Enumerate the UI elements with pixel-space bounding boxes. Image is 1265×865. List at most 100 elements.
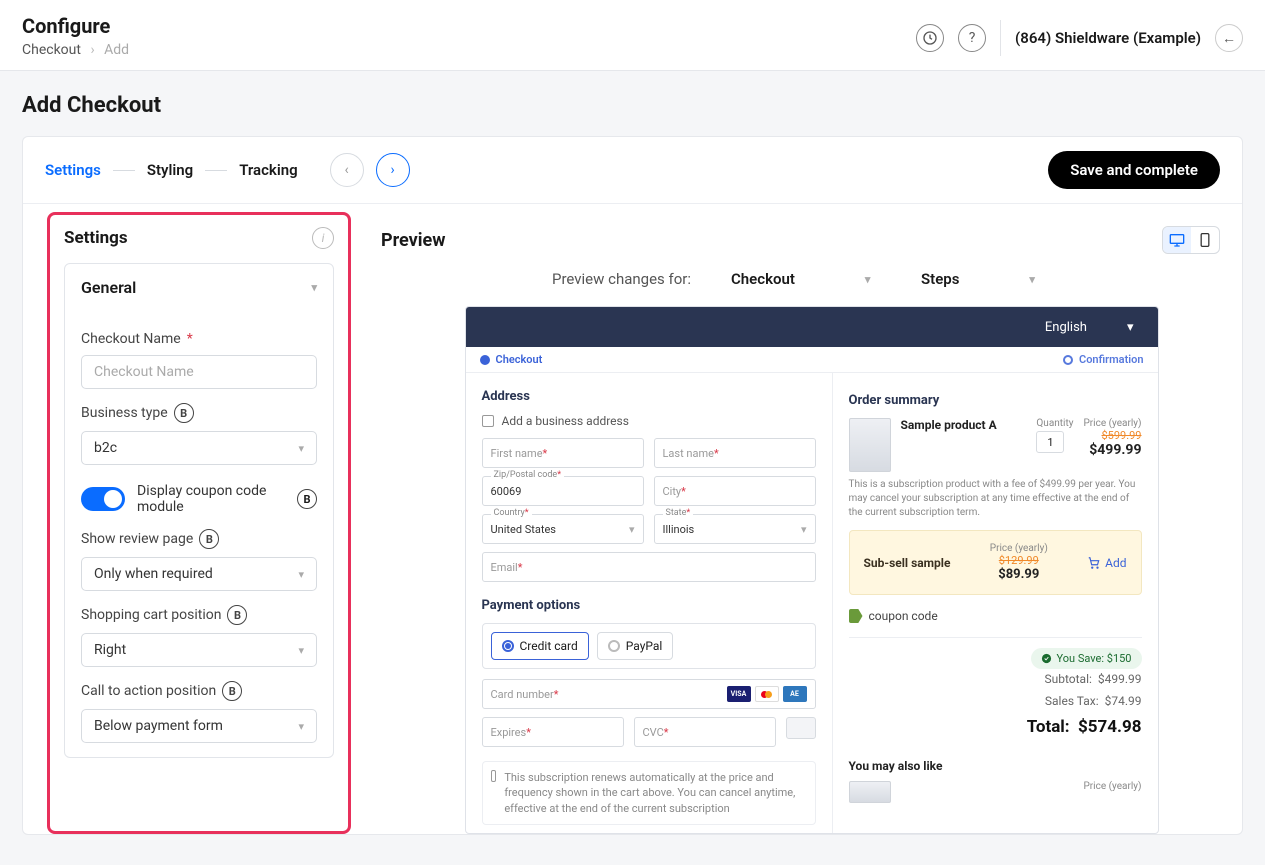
save-button[interactable]: Save and complete <box>1048 151 1220 189</box>
add-subsell-button[interactable]: Add <box>1087 556 1126 570</box>
radio-filled-icon <box>480 355 490 365</box>
steps-select[interactable]: Steps ▾ <box>921 270 1071 288</box>
mobile-view-button[interactable] <box>1191 227 1219 253</box>
accordion-general: General ▾ Checkout Name* Business type B… <box>64 263 334 758</box>
chevron-down-icon: ▾ <box>865 273 871 286</box>
cart-position-label: Shopping cart position B <box>81 605 317 625</box>
country-select[interactable]: Country* United States ▾ <box>482 514 644 544</box>
radio-on-icon <box>502 640 514 652</box>
settings-panel: Settings i General ▾ Checkout Name* Busi… <box>47 212 351 834</box>
card-number-input[interactable]: Card number* VISA AE <box>482 679 816 709</box>
review-page-label: Show review page B <box>81 529 317 549</box>
preview-for-select[interactable]: Checkout ▾ <box>731 270 881 288</box>
desktop-view-button[interactable] <box>1163 227 1191 253</box>
check-circle-icon <box>1041 653 1052 664</box>
quantity-stepper[interactable]: 1 <box>1036 431 1064 453</box>
info-icon[interactable]: i <box>312 227 334 249</box>
coupon-toggle-label: Display coupon code module <box>137 483 285 515</box>
preview-heading: Preview <box>381 230 445 251</box>
city-input[interactable]: City* <box>654 476 816 506</box>
coupon-toggle[interactable] <box>81 487 125 511</box>
radio-off-icon <box>608 640 620 652</box>
checkout-name-label: Checkout Name* <box>81 331 317 347</box>
tab-bar: Settings Styling Tracking ‹ › Save and c… <box>23 137 1242 204</box>
amex-icon: AE <box>783 686 807 702</box>
email-input[interactable]: Email* <box>482 552 816 582</box>
b-badge-icon: B <box>297 489 317 509</box>
history-icon[interactable] <box>916 24 944 52</box>
chevron-down-icon: ▾ <box>629 523 635 536</box>
coupon-code-link[interactable]: coupon code <box>849 609 1142 623</box>
view-toggle <box>1162 226 1220 254</box>
page-title: Add Checkout <box>0 71 1265 136</box>
breadcrumb-root[interactable]: Checkout <box>22 42 81 58</box>
top-bar: Configure Checkout › Add ? (864) Shieldw… <box>0 0 1265 71</box>
help-icon[interactable]: ? <box>958 24 986 52</box>
breadcrumb: Checkout › Add <box>22 42 129 58</box>
cta-position-select[interactable]: Below payment form ▾ <box>81 709 317 743</box>
tab-tracking[interactable]: Tracking <box>239 161 297 179</box>
chevron-down-icon: ▾ <box>298 720 304 733</box>
accordion-general-header[interactable]: General ▾ <box>65 264 333 311</box>
price-new: $499.99 <box>1083 442 1141 458</box>
subsell-box: Sub-sell sample Price (yearly) $129.99 $… <box>849 530 1142 595</box>
language-select[interactable]: English ▾ <box>1045 320 1134 335</box>
breadcrumb-current: Add <box>104 42 129 58</box>
add-business-checkbox[interactable]: Add a business address <box>482 414 816 428</box>
mastercard-icon <box>755 686 779 702</box>
tag-icon <box>849 609 863 623</box>
preview-for-label: Preview changes for: <box>552 270 691 288</box>
b-badge-icon: B <box>222 681 242 701</box>
org-switch-icon[interactable]: ← <box>1215 24 1243 52</box>
you-may-also-like: You may also like <box>849 759 1142 773</box>
cvc-input[interactable]: CVC* <box>634 717 776 747</box>
settings-heading: Settings <box>64 228 128 248</box>
credit-card-option[interactable]: Credit card <box>491 632 589 660</box>
checkbox-icon[interactable] <box>491 770 497 782</box>
b-badge-icon: B <box>174 403 194 423</box>
tab-settings[interactable]: Settings <box>45 161 101 179</box>
app-title: Configure <box>22 14 129 38</box>
you-save-badge: You Save: $150 <box>1031 648 1142 669</box>
product-image <box>849 418 891 472</box>
chevron-down-icon: ▾ <box>1127 320 1134 335</box>
cta-position-label: Call to action position B <box>81 681 317 701</box>
checkout-preview: English ▾ Checkout Confirmation Address … <box>465 306 1159 834</box>
first-name-input[interactable]: First name* <box>482 438 644 468</box>
chevron-down-icon: ▾ <box>298 644 304 657</box>
state-select[interactable]: State* Illinois ▾ <box>654 514 816 544</box>
card-back-icon <box>786 717 816 739</box>
main-card: Settings Styling Tracking ‹ › Save and c… <box>22 136 1243 835</box>
product-image <box>849 781 891 803</box>
checkbox-icon <box>482 415 494 427</box>
expires-input[interactable]: Expires* <box>482 717 624 747</box>
org-selector[interactable]: (864) Shieldware (Example) <box>1015 29 1201 47</box>
cart-position-select[interactable]: Right ▾ <box>81 633 317 667</box>
paypal-option[interactable]: PayPal <box>597 632 674 660</box>
payment-heading: Payment options <box>482 598 816 613</box>
step-checkout[interactable]: Checkout <box>480 353 543 366</box>
order-summary-heading: Order summary <box>849 393 1142 408</box>
product-name: Sample product A <box>901 418 1027 472</box>
subscription-note: This subscription renews automatically a… <box>482 761 816 825</box>
visa-icon: VISA <box>727 686 751 702</box>
price-old: $599.99 <box>1083 429 1141 442</box>
address-heading: Address <box>482 389 816 404</box>
last-name-input[interactable]: Last name* <box>654 438 816 468</box>
checkout-name-input[interactable] <box>81 355 317 389</box>
chevron-down-icon: ▾ <box>298 568 304 581</box>
b-badge-icon: B <box>199 529 219 549</box>
b-badge-icon: B <box>227 605 247 625</box>
step-confirmation[interactable]: Confirmation <box>1063 353 1143 366</box>
tab-styling[interactable]: Styling <box>147 161 193 179</box>
cart-add-icon <box>1087 556 1101 570</box>
chevron-down-icon: ▾ <box>801 523 807 536</box>
tab-next-button[interactable]: › <box>376 153 410 187</box>
preview-area: Preview Preview changes for: Checkout ▾ <box>373 204 1242 834</box>
tab-prev-button[interactable]: ‹ <box>330 153 364 187</box>
review-page-select[interactable]: Only when required ▾ <box>81 557 317 591</box>
zip-input[interactable]: Zip/Postal code* 60069 <box>482 476 644 506</box>
chevron-down-icon: ▾ <box>1029 273 1035 286</box>
business-type-select[interactable]: b2c ▾ <box>81 431 317 465</box>
product-desc: This is a subscription product with a fe… <box>849 478 1142 520</box>
